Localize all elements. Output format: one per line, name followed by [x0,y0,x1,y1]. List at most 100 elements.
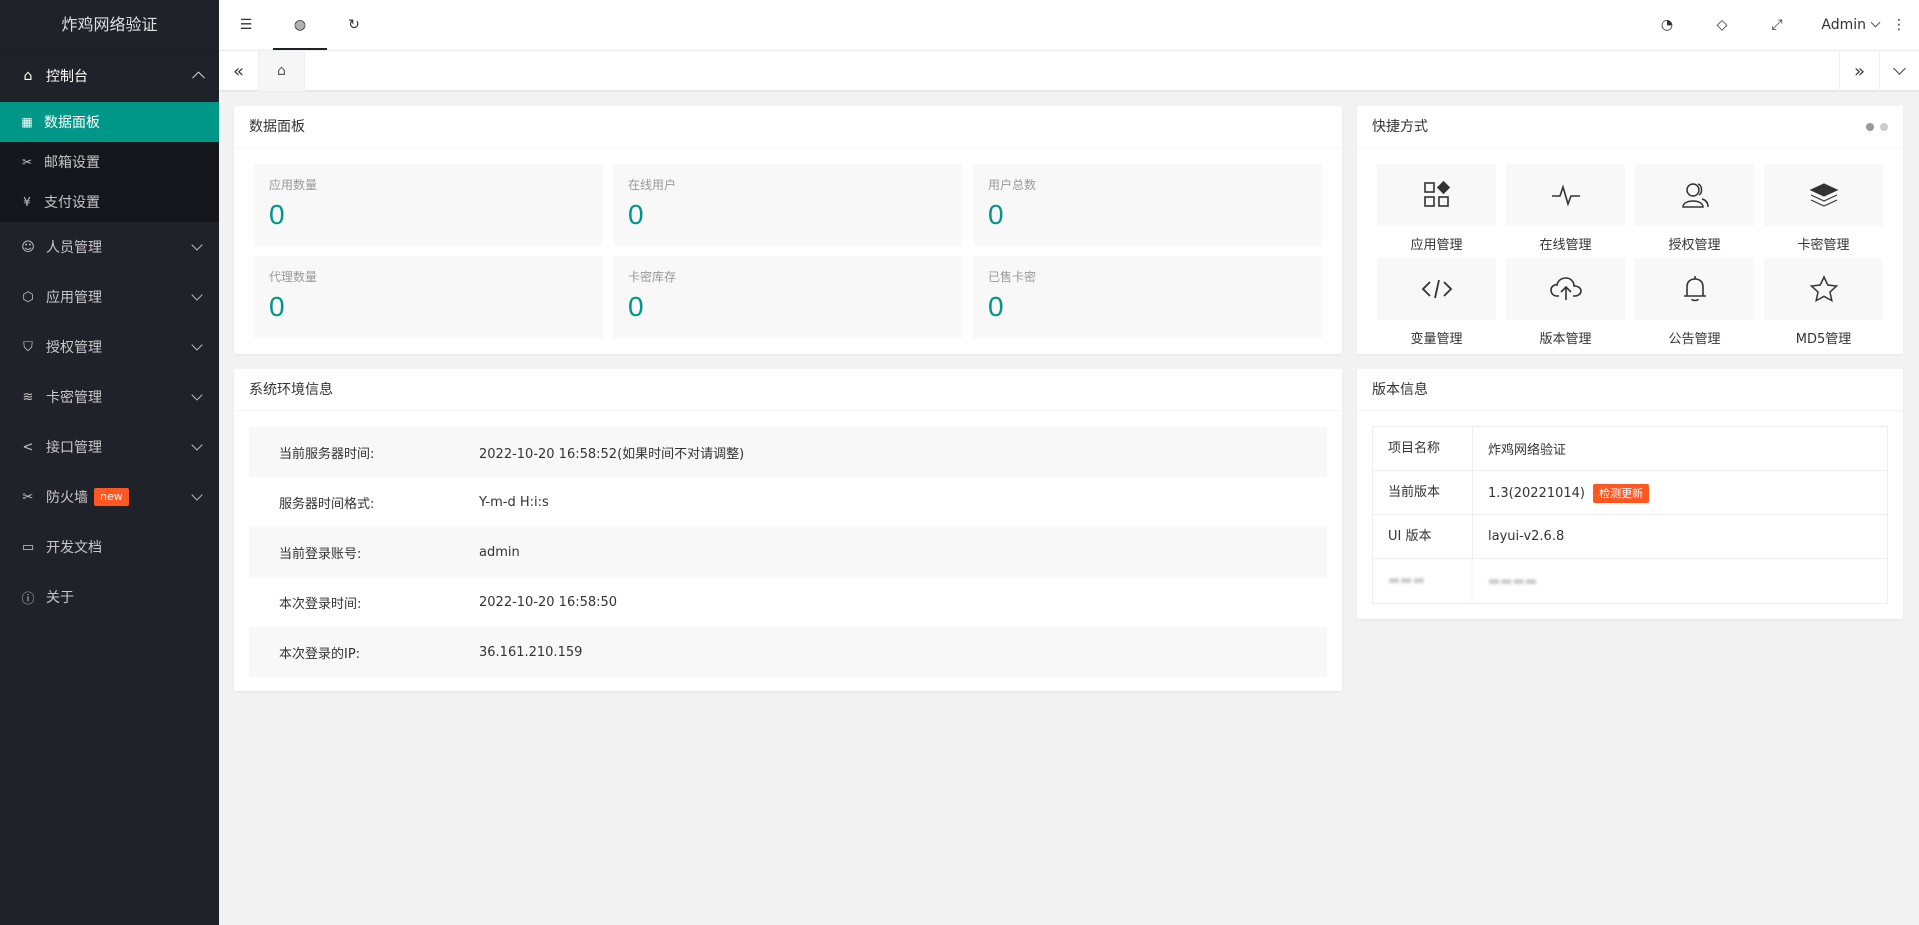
tab-home[interactable]: ⌂ [259,51,305,91]
stat-apps: 应用数量 0 [254,164,603,246]
chevron-down-icon [191,339,203,351]
app-logo: 炸鸡网络验证 [0,0,219,50]
sidebar-item-label: 数据面板 [44,115,100,131]
stat-value: 0 [269,199,285,230]
chevron-down-icon [1893,61,1906,75]
shortcut-md5[interactable]: MD5管理 [1764,258,1883,347]
book-icon: ▭ [21,539,35,555]
env-value: Y-m-d H:i:s [479,494,549,510]
shortcut-label: MD5管理 [1795,332,1852,347]
sidebar-item-about[interactable]: ⓘ 关于 [0,572,219,622]
env-value: 36.161.210.159 [479,644,583,660]
more-button[interactable]: ⋮ [1879,0,1919,50]
version-key: UI 版本 [1373,514,1473,559]
version-key: 项目名称 [1373,426,1473,471]
chevron-up-icon [192,71,205,85]
indent-icon: ☰ [239,17,253,33]
sidebar-item-label: 支付设置 [44,195,100,211]
stat-agents: 代理数量 0 [254,256,603,338]
sidebar-item-auth[interactable]: ⛉ 授权管理 [0,322,219,372]
pulse-icon [1551,184,1580,207]
stat-online-users: 在线用户 0 [613,164,962,246]
shortcut-label: 授权管理 [1668,238,1721,253]
home-icon: ⌂ [277,63,286,79]
env-row: 当前登录账号: admin [249,527,1327,577]
version-value: 炸鸡网络验证 [1488,443,1567,458]
stat-value: 0 [988,199,1004,230]
version-table: 项目名称 炸鸡网络验证 当前版本 1.3(20221014) 检测更新 UI 版… [1372,426,1888,604]
fullscreen-button[interactable]: ⤢ [1750,0,1804,50]
sidebar-item-dashboard[interactable]: ▦ 数据面板 [0,102,219,142]
version-key: 当前版本 [1373,470,1473,515]
user-name: Admin [1821,17,1866,33]
chevron-down-icon [191,489,203,501]
yen-icon: ¥ [23,195,31,209]
sidebar-item-users[interactable]: ☺ 人员管理 [0,222,219,272]
double-chevron-left-icon: « [232,60,244,82]
carousel-dot[interactable] [1880,123,1888,131]
tools-icon: ✂ [21,155,33,169]
theme-button[interactable]: ◔ [1640,0,1694,50]
shortcut-label: 变量管理 [1410,332,1463,347]
user-menu[interactable]: Admin [1821,0,1881,50]
shortcut-cards[interactable]: 卡密管理 [1764,164,1883,253]
card-header: 快捷方式 [1357,106,1903,148]
shortcuts-card: 快捷方式 应用管理 在线管理 授权管理 卡密管理 变量管理 版本管理 公告管理 … [1357,106,1903,354]
info-icon: ⓘ [21,591,35,607]
sidebar-item-api[interactable]: < 接口管理 [0,422,219,472]
stat-label: 在线用户 [628,178,677,192]
new-badge: new [94,488,129,506]
sidebar-item-email[interactable]: ✂ 邮箱设置 [0,142,219,182]
apps-icon [1423,181,1450,207]
version-value: 1.3(20221014) [1488,485,1585,501]
env-key: 本次登录的IP: [279,646,361,662]
stat-label: 代理数量 [269,270,318,284]
shortcut-versions[interactable]: 版本管理 [1506,258,1625,347]
user-icon: ☺ [21,239,35,255]
tab-scroll-left-button[interactable]: « [219,51,259,91]
table-row: UI 版本 layui-v2.6.8 [1373,514,1887,559]
shortcut-variables[interactable]: 变量管理 [1377,258,1496,347]
sidebar-item-docs[interactable]: ▭ 开发文档 [0,522,219,572]
refresh-button[interactable]: ↻ [327,0,381,50]
stat-value: 0 [628,199,644,230]
carousel-indicator [1866,123,1888,131]
chevron-down-icon [191,389,203,401]
sidebar-item-payment[interactable]: ¥ 支付设置 [0,182,219,222]
code-icon [1421,279,1452,299]
stat-value: 0 [988,291,1004,322]
check-update-button[interactable]: 检测更新 [1593,483,1650,503]
sidebar-item-label: 防火墙 [46,490,88,506]
menu-toggle-button[interactable]: ☰ [219,0,273,50]
users-icon [1681,183,1709,208]
env-row: 本次登录的IP: 36.161.210.159 [249,627,1327,677]
env-value: 2022-10-20 16:58:50 [479,594,618,610]
globe-icon: ◍ [293,17,307,33]
sidebar-item-label: 邮箱设置 [44,155,100,171]
shortcut-notices[interactable]: 公告管理 [1635,258,1754,347]
shortcut-label: 公告管理 [1668,332,1721,347]
env-value: admin [479,544,520,560]
sidebar-group-console[interactable]: ⌂ 控制台 [0,50,219,102]
shortcut-online[interactable]: 在线管理 [1506,164,1625,253]
env-key: 本次登录时间: [279,596,362,612]
env-key: 当前服务器时间: [279,446,375,462]
shortcut-label: 在线管理 [1539,238,1592,253]
carousel-dot[interactable] [1866,123,1874,131]
tab-scroll-right-button[interactable]: » [1839,51,1879,91]
shortcut-apps[interactable]: 应用管理 [1377,164,1496,253]
more-vertical-icon: ⋮ [1892,17,1906,33]
tab-actions-button[interactable] [1879,51,1919,91]
fullscreen-icon: ⤢ [1771,17,1783,33]
shield-icon: ⛉ [23,339,33,355]
sidebar-item-firewall[interactable]: ✂ 防火墙 new [0,472,219,522]
website-button[interactable]: ◍ [273,0,327,50]
note-button[interactable]: ◇ [1695,0,1749,50]
shortcut-auth[interactable]: 授权管理 [1635,164,1754,253]
stat-value: 0 [628,291,644,322]
bell-icon [1683,276,1706,302]
sidebar-item-cards[interactable]: ≋ 卡密管理 [0,372,219,422]
sidebar-item-apps[interactable]: ⬡ 应用管理 [0,272,219,322]
sidebar-item-label: 接口管理 [46,440,102,456]
sidebar-item-label: 关于 [46,590,74,606]
